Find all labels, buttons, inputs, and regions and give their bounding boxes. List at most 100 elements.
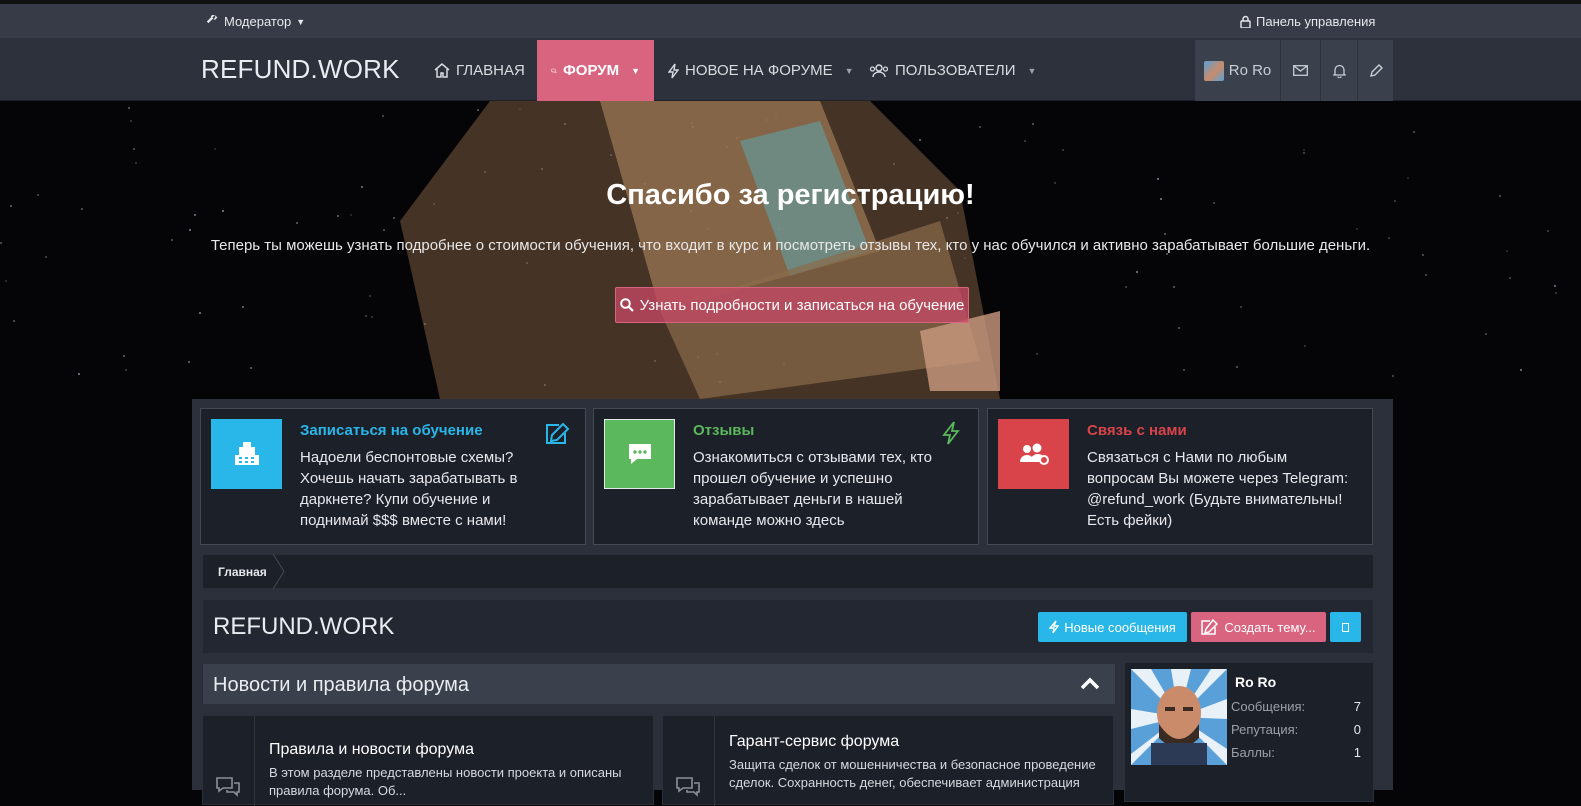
breadcrumb: Главная [202,554,1374,589]
node-icon-column [663,716,715,806]
stat-label: Репутация: [1231,722,1299,737]
forum-node[interactable]: Правила и новости форума В этом разделе … [202,715,654,806]
chevron-down-icon[interactable]: ▼ [1028,66,1037,76]
star [250,367,252,369]
inbox-button[interactable] [1281,40,1321,101]
create-topic-button[interactable]: Создать тему... [1191,612,1326,642]
chevron-up-icon[interactable] [1079,673,1101,695]
category-header[interactable]: Новости и правила форума [202,663,1116,705]
star [128,107,130,109]
card-title: Записаться на обучение [300,422,483,439]
mark-read-button[interactable] [1330,612,1361,642]
chevron-down-icon[interactable]: ▼ [845,66,854,76]
comments-icon [216,777,240,797]
stat-value: 0 [1353,722,1361,737]
star [1520,369,1522,371]
star [1240,306,1242,308]
star [1392,375,1394,377]
star [1555,292,1557,294]
bolt-icon [668,63,679,78]
new-posts-button[interactable]: Новые сообщения [1038,612,1187,642]
account-name: Ro Ro [1228,62,1272,79]
node-icon-column [203,716,255,806]
star [1356,228,1358,230]
star [1178,327,1180,329]
control-panel-link[interactable]: Панель управления [1240,14,1375,29]
star [1164,233,1166,235]
top-strip: Модератор ▼ Панель управления [0,0,1581,38]
page-title: REFUND.WORK [213,613,395,640]
star [369,295,371,297]
avatar[interactable] [1131,669,1227,765]
nav-item-whats-new[interactable]: НОВОЕ НА ФОРУМЕ ▼ [668,40,854,101]
stat-label: Сообщения: [1231,699,1306,714]
star [13,320,15,322]
comments-icon [676,777,700,797]
star [337,215,339,217]
bolt-icon [942,421,960,445]
star [1304,345,1306,347]
stat-reputation: Репутация: 0 [1231,722,1361,737]
card-text: Надоели беспонтовые схемы? Хочешь начать… [300,449,518,529]
stat-label: Баллы: [1231,745,1275,760]
hero-subtitle: Теперь ты можешь узнать подробнее о стои… [210,237,1371,254]
nav-item-forum[interactable]: ФОРУМ ▼ [537,40,654,101]
star [296,222,298,224]
contact-card[interactable]: Связь с нами Связаться с Нами по любым в… [987,408,1373,545]
star [214,148,216,150]
account-menu[interactable]: Ro Ro [1195,40,1281,101]
users-icon [869,63,889,77]
learn-more-button[interactable]: Узнать подробности и записаться на обуче… [615,287,969,323]
square-icon [1342,622,1349,632]
category-title[interactable]: Новости и правила форума [213,674,469,697]
stat-value: 7 [1353,699,1361,714]
star [383,229,385,231]
site-logo[interactable]: REFUND.WORK [201,54,400,85]
nav-label: ФОРУМ [562,62,620,79]
edit-icon [546,422,570,444]
star [1173,286,1175,288]
user-nav: Ro Ro [1195,40,1393,101]
breadcrumb-home[interactable]: Главная [218,565,267,579]
stat-points: Баллы: 1 [1231,745,1361,760]
forum-node[interactable]: Гарант-сервис форума Защита сделок от мо… [662,715,1114,806]
moderator-menu[interactable]: Модератор ▼ [206,14,305,29]
star [135,162,137,164]
lock-icon [1240,15,1251,28]
comment-dots-icon [604,419,675,489]
pencil-icon [1369,63,1383,77]
star [1062,149,1064,151]
star [5,280,7,282]
star [1485,333,1487,335]
control-panel-label: Панель управления [1256,14,1376,29]
users-cog-icon [998,419,1069,489]
star [1547,230,1549,232]
main-nav: REFUND.WORK ГЛАВНАЯ ФОРУМ ▼ НОВОЕ НА ФОР… [0,38,1581,101]
reviews-card[interactable]: Отзывы Ознакомиться с отзывами тех, кто … [593,408,979,545]
nav-label: ГЛАВНАЯ [456,62,525,79]
compose-button[interactable] [1358,40,1393,101]
nav-label: ПОЛЬЗОВАТЕЛИ [895,62,1016,79]
star [1303,149,1305,151]
nav-item-home[interactable]: ГЛАВНАЯ [434,40,525,101]
star [123,355,125,357]
star [1036,353,1038,355]
node-title[interactable]: Гарант-сервис форума [729,733,899,751]
node-title[interactable]: Правила и новости форума [269,741,474,759]
star [1125,286,1127,288]
star [130,120,132,122]
star [1422,254,1424,256]
star [1024,140,1026,142]
alerts-button[interactable] [1321,40,1358,101]
nav-item-members[interactable]: ПОЛЬЗОВАТЕЛИ ▼ [869,40,1036,101]
star [1303,152,1305,154]
star [350,214,352,216]
enroll-card[interactable]: Записаться на обучение Надоели беспонтов… [200,408,586,545]
stat-messages: Сообщения: 7 [1231,699,1361,714]
profile-name[interactable]: Ro Ro [1235,674,1276,690]
card-title: Отзывы [693,422,755,439]
chevron-down-icon[interactable]: ▼ [631,66,640,76]
learn-more-label: Узнать подробности и записаться на обуче… [639,296,965,314]
card-title: Связь с нами [1087,422,1187,439]
node-description: В этом разделе представлены новости прое… [269,765,622,798]
